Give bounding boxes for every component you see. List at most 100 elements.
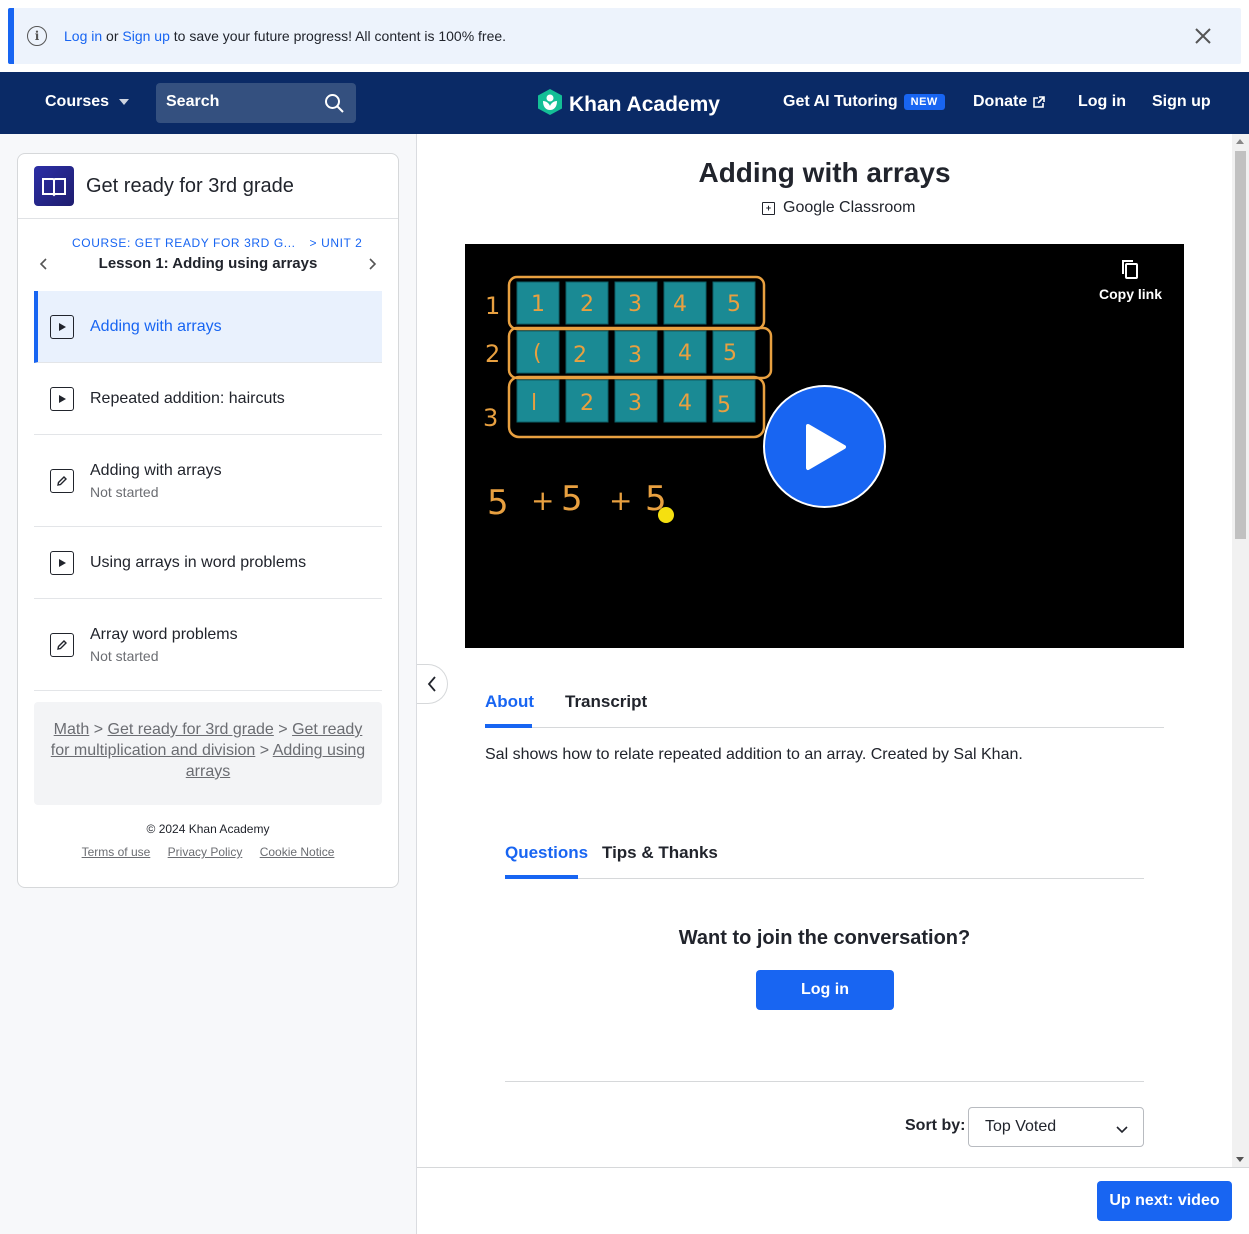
sort-select[interactable]: Top Voted [968, 1107, 1144, 1147]
svg-text:4: 4 [673, 292, 687, 317]
tab-transcript[interactable]: Transcript [565, 692, 647, 728]
chevron-down-icon [1115, 1122, 1129, 1140]
tab-questions[interactable]: Questions [505, 843, 588, 879]
nav-signup-link[interactable]: Sign up [1152, 93, 1211, 111]
scrollbar[interactable] [1232, 134, 1249, 1167]
google-classroom-button[interactable]: + Google Classroom [762, 199, 916, 217]
search-input[interactable] [166, 93, 316, 111]
svg-text:5: 5 [487, 483, 509, 523]
banner-signup-link[interactable]: Sign up [122, 28, 169, 44]
lesson-item-text: Array word problems Not started [90, 626, 238, 664]
play-icon [50, 314, 74, 339]
khan-academy-logo[interactable]: Khan Academy [537, 88, 720, 122]
svg-text:(: ( [533, 341, 542, 366]
privacy-link[interactable]: Privacy Policy [168, 845, 243, 859]
copy-icon [1099, 258, 1162, 280]
lesson-item-label: Adding with arrays [90, 461, 222, 479]
lesson-item-adding-with-arrays-video[interactable]: Adding with arrays [34, 291, 382, 363]
copy-link-button[interactable]: Copy link [1099, 258, 1162, 302]
course-card: Get ready for 3rd grade COURSE: GET READ… [17, 153, 399, 888]
about-description: Sal shows how to relate repeated additio… [485, 746, 1023, 763]
play-icon [805, 423, 846, 470]
lesson-item-arrays-word-problems-video[interactable]: Using arrays in word problems [34, 527, 382, 599]
svg-text:3: 3 [628, 391, 642, 416]
nav-login-link[interactable]: Log in [1078, 93, 1126, 111]
copy-link-label: Copy link [1098, 286, 1162, 302]
page-title: Adding with arrays [698, 157, 951, 188]
course-crumb-link[interactable]: COURSE: GET READY FOR 3RD G... [72, 236, 296, 250]
collapse-sidebar-button[interactable] [417, 664, 448, 704]
svg-text:5: 5 [723, 341, 737, 366]
lesson-item-text: Adding with arrays Not started [90, 462, 222, 500]
unit-crumb-link[interactable]: > UNIT 2 [310, 236, 363, 250]
ai-tutoring-label: Get AI Tutoring [783, 93, 898, 110]
scrollbar-thumb[interactable] [1235, 151, 1246, 539]
ai-tutoring-link[interactable]: Get AI Tutoring NEW [783, 93, 945, 111]
play-button[interactable] [763, 385, 886, 508]
external-link-icon [1032, 95, 1046, 109]
banner-text: to save your future progress! All conten… [173, 28, 507, 44]
breadcrumb-separator: > [259, 742, 270, 759]
svg-text:+: + [531, 484, 554, 517]
breadcrumb-math[interactable]: Math [54, 721, 90, 738]
divider [505, 1081, 1144, 1082]
tab-about[interactable]: About [485, 692, 534, 728]
chevron-right-icon[interactable] [366, 256, 378, 277]
breadcrumb-separator: > [278, 721, 288, 738]
svg-text:4: 4 [678, 391, 692, 416]
lesson-item-status: Not started [90, 483, 159, 500]
svg-text:2: 2 [580, 391, 594, 416]
bottom-bar: Up next: video [417, 1167, 1249, 1234]
lesson-title: Lesson 1: Adding using arrays [98, 255, 318, 272]
pencil-icon [50, 632, 74, 657]
svg-text:l: l [531, 391, 537, 416]
chevron-left-icon [427, 676, 436, 692]
course-header[interactable]: Get ready for 3rd grade [18, 154, 398, 219]
breadcrumb-course[interactable]: Get ready for 3rd grade [108, 721, 274, 738]
lesson-item-array-word-problems-exercise[interactable]: Array word problems Not started [34, 599, 382, 691]
copyright: © 2024 Khan Academy [146, 822, 270, 836]
scroll-down-arrow[interactable] [1236, 1157, 1244, 1162]
courses-menu[interactable]: Courses [45, 93, 130, 111]
svg-text:3: 3 [483, 404, 498, 432]
course-title: Get ready for 3rd grade [86, 174, 294, 197]
khan-logo-icon [537, 88, 563, 122]
book-icon [34, 166, 74, 206]
google-classroom-label: Google Classroom [783, 199, 916, 216]
close-icon[interactable] [1191, 24, 1215, 48]
search-icon[interactable] [324, 93, 344, 118]
info-icon: i [27, 26, 47, 46]
scroll-up-arrow[interactable] [1236, 139, 1244, 144]
svg-text:4: 4 [678, 341, 692, 366]
breadcrumb-separator: > [93, 721, 104, 738]
sort-label: Sort by: [905, 1117, 966, 1134]
banner-message: Log in or Sign up to save your future pr… [64, 28, 506, 44]
donate-link[interactable]: Donate [973, 93, 1046, 111]
lesson-item-label: Adding with arrays [90, 317, 222, 335]
search-box[interactable] [156, 83, 356, 123]
lesson-item-label: Array word problems [90, 625, 238, 643]
svg-text:2: 2 [573, 343, 587, 368]
video-player[interactable]: 123 5 + 5 + 5 12345 (2 3 4 5 l2345 Copy lin… [465, 244, 1184, 648]
play-icon [50, 386, 74, 411]
discussion-tabs: Questions Tips & Thanks [505, 843, 1144, 879]
lesson-item-adding-with-arrays-exercise[interactable]: Adding with arrays Not started [34, 435, 382, 527]
chevron-down-icon [119, 99, 130, 105]
lesson-item-label: Repeated addition: haircuts [90, 389, 285, 407]
sidebar-footer: © 2024 Khan Academy Terms of use Privacy… [18, 822, 398, 859]
play-icon [50, 550, 74, 575]
cookie-link[interactable]: Cookie Notice [260, 845, 335, 859]
svg-text:+: + [609, 484, 632, 517]
google-classroom-icon: + [762, 201, 775, 215]
new-badge: NEW [903, 94, 945, 110]
discussion-login-button[interactable]: Log in [756, 970, 894, 1010]
svg-text:5: 5 [717, 393, 731, 418]
tab-tips-thanks[interactable]: Tips & Thanks [602, 843, 718, 879]
pencil-icon [50, 468, 74, 493]
svg-text:5: 5 [561, 479, 583, 519]
sort-value: Top Voted [985, 1118, 1057, 1135]
terms-link[interactable]: Terms of use [82, 845, 151, 859]
up-next-button[interactable]: Up next: video [1097, 1181, 1232, 1221]
lesson-item-repeated-addition[interactable]: Repeated addition: haircuts [34, 363, 382, 435]
banner-login-link[interactable]: Log in [64, 28, 102, 44]
